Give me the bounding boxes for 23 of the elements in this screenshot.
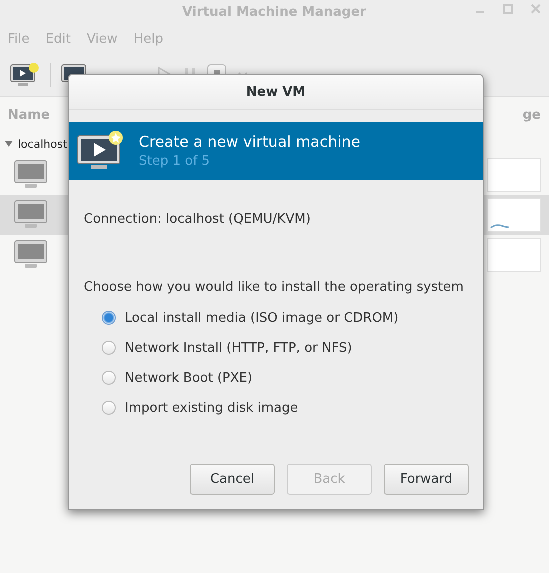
usage-graph bbox=[487, 238, 541, 272]
step-label: Step 1 of 5 bbox=[139, 154, 212, 169]
radio-option[interactable]: Local install media (ISO image or CDROM) bbox=[102, 309, 469, 327]
radio-option[interactable]: Import existing disk image bbox=[102, 399, 469, 417]
monitor-icon bbox=[14, 240, 48, 270]
connection-label: Connection: localhost (QEMU/KVM) bbox=[84, 212, 312, 227]
dialog-button[interactable]: Forward bbox=[384, 464, 469, 495]
new-vm-icon bbox=[77, 130, 125, 172]
dialog-title: New VM bbox=[246, 84, 306, 100]
usage-graph bbox=[487, 198, 541, 232]
dialog-button[interactable]: Cancel bbox=[190, 464, 275, 495]
monitor-icon bbox=[14, 200, 48, 230]
expander-icon[interactable] bbox=[4, 139, 14, 149]
new-vm-icon[interactable] bbox=[10, 62, 40, 88]
usage-graph bbox=[487, 158, 541, 192]
window-title: Virtual Machine Manager bbox=[182, 4, 366, 20]
install-prompt: Choose how you would like to install the operating system bbox=[84, 280, 465, 295]
vm-row[interactable] bbox=[0, 195, 68, 235]
host-name[interactable]: localhost bbox=[18, 138, 68, 150]
radio-option[interactable]: Network Install (HTTP, FTP, or NFS) bbox=[102, 339, 469, 357]
radio-option[interactable]: Network Boot (PXE) bbox=[102, 369, 469, 387]
banner-title: Create a new virtual machine bbox=[139, 133, 361, 151]
monitor-icon bbox=[14, 160, 48, 190]
